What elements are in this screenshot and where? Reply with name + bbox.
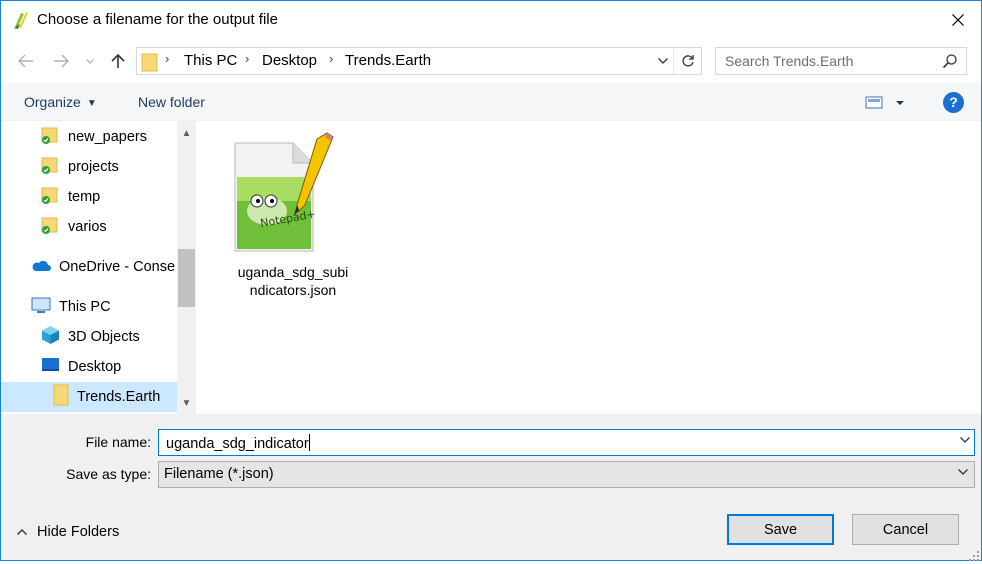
computer-icon bbox=[31, 296, 51, 318]
text-cursor bbox=[308, 434, 310, 451]
folder-icon bbox=[53, 384, 69, 410]
scroll-down-arrow-icon[interactable]: ▼ bbox=[177, 394, 196, 412]
chevron-down-icon bbox=[960, 437, 970, 443]
file-name-line: ndicators.json bbox=[249, 282, 337, 298]
file-name-value: uganda_sdg_indicator bbox=[166, 434, 310, 452]
address-history-dropdown[interactable] bbox=[654, 52, 672, 70]
help-icon: ? bbox=[949, 94, 958, 110]
save-as-type-dropdown[interactable] bbox=[958, 467, 968, 478]
back-arrow-icon bbox=[18, 54, 33, 68]
up-button[interactable] bbox=[106, 49, 130, 73]
breadcrumb-trends-earth[interactable]: Trends.Earth bbox=[345, 52, 431, 69]
tree-item-projects[interactable]: projects bbox=[41, 152, 177, 182]
save-as-type-select[interactable]: Filename (*.json) bbox=[158, 461, 975, 488]
navigation-pane: new_papers projects temp varios OneDrive… bbox=[1, 121, 197, 414]
tree-item-label: projects bbox=[68, 159, 119, 175]
scrollbar-thumb[interactable] bbox=[178, 249, 195, 307]
tree-item-label: varios bbox=[68, 219, 107, 235]
cancel-button[interactable]: Cancel bbox=[852, 514, 959, 545]
save-as-type-value: Filename (*.json) bbox=[164, 466, 274, 482]
chevron-down-icon bbox=[958, 469, 968, 475]
command-bar: Organize ▼ New folder ? bbox=[1, 83, 981, 121]
cube-icon bbox=[41, 325, 60, 349]
up-arrow-icon bbox=[111, 53, 125, 68]
breadcrumb-separator-icon[interactable]: › bbox=[329, 51, 333, 66]
tree-item-new-papers[interactable]: new_papers bbox=[41, 122, 177, 152]
window-title: Choose a filename for the output file bbox=[37, 11, 278, 28]
organize-menu[interactable]: Organize ▼ bbox=[24, 94, 97, 110]
save-button[interactable]: Save bbox=[727, 514, 834, 545]
tree-item-trends-earth[interactable]: Trends.Earth bbox=[1, 382, 177, 412]
file-name-label: File name: bbox=[85, 434, 151, 450]
tree-item-label: temp bbox=[68, 189, 101, 205]
tree-item-desktop[interactable]: Desktop bbox=[41, 352, 177, 382]
tree-item-3d-objects[interactable]: 3D Objects bbox=[41, 322, 177, 352]
save-options-panel: File name: uganda_sdg_indicator Save as … bbox=[1, 414, 981, 561]
onedrive-cloud-icon bbox=[31, 258, 51, 276]
change-view-button[interactable] bbox=[863, 92, 913, 114]
folder-synced-icon bbox=[41, 155, 60, 179]
file-name-input[interactable]: uganda_sdg_indicator bbox=[158, 429, 975, 456]
refresh-icon bbox=[682, 55, 694, 67]
breadcrumb-this-pc[interactable]: This PC bbox=[184, 52, 237, 69]
tree-item-label: new_papers bbox=[68, 129, 147, 145]
recent-locations-button[interactable] bbox=[82, 49, 98, 73]
notepad-plus-plus-file-icon: Notepad+ bbox=[227, 131, 353, 257]
tree-item-onedrive[interactable]: OneDrive - Conse bbox=[31, 252, 177, 282]
chevron-down-icon bbox=[658, 58, 668, 64]
new-folder-button[interactable]: New folder bbox=[138, 94, 205, 110]
forward-button[interactable] bbox=[49, 49, 73, 73]
breadcrumb-separator-icon: › bbox=[165, 51, 170, 66]
refresh-button[interactable] bbox=[673, 48, 702, 74]
search-placeholder: Search Trends.Earth bbox=[725, 53, 854, 69]
address-row: › This PC › Desktop › Trends.Earth Searc… bbox=[1, 39, 981, 83]
folder-synced-icon bbox=[41, 125, 60, 149]
chevron-up-icon bbox=[17, 526, 27, 538]
hide-folders-toggle[interactable]: Hide Folders bbox=[17, 524, 119, 540]
close-icon bbox=[952, 14, 964, 26]
search-icon bbox=[942, 53, 958, 72]
file-list-pane: Notepad+ uganda_sdg_subi ndicators.json bbox=[203, 121, 981, 414]
tree-item-label: OneDrive - Conse bbox=[59, 259, 176, 275]
title-bar: Choose a filename for the output file bbox=[1, 1, 981, 39]
tree-item-label: 3D Objects bbox=[68, 329, 140, 345]
save-dialog: Choose a filename for the output file › … bbox=[0, 0, 982, 561]
tree-item-label: This PC bbox=[59, 299, 111, 315]
save-as-type-label: Save as type: bbox=[66, 466, 151, 482]
folder-synced-icon bbox=[41, 215, 60, 239]
tree-item-varios[interactable]: varios bbox=[41, 212, 177, 242]
nav-pane-scrollbar[interactable]: ▲ ▼ bbox=[177, 121, 196, 414]
file-name-dropdown[interactable] bbox=[960, 435, 970, 446]
help-button[interactable]: ? bbox=[943, 92, 964, 113]
tree-item-label: Trends.Earth bbox=[77, 389, 161, 405]
organize-label: Organize bbox=[24, 94, 81, 110]
hide-folders-label: Hide Folders bbox=[37, 524, 120, 540]
caret-down-icon: ▼ bbox=[86, 98, 97, 109]
folder-icon bbox=[141, 52, 159, 75]
search-input[interactable]: Search Trends.Earth bbox=[715, 47, 967, 75]
scroll-up-arrow-icon[interactable]: ▲ bbox=[177, 124, 196, 142]
close-button[interactable] bbox=[935, 1, 981, 39]
desktop-icon bbox=[41, 356, 60, 378]
breadcrumb-desktop[interactable]: Desktop bbox=[262, 52, 317, 69]
chevron-down-icon bbox=[86, 58, 94, 64]
resize-grip-icon[interactable] bbox=[969, 548, 979, 561]
view-options-icon bbox=[865, 96, 904, 109]
tree-item-this-pc[interactable]: This PC bbox=[31, 292, 177, 322]
tree-item-temp[interactable]: temp bbox=[41, 182, 177, 212]
file-name-line: uganda_sdg_subi bbox=[237, 264, 349, 280]
back-button[interactable] bbox=[14, 49, 38, 73]
tree-item-label: Desktop bbox=[68, 359, 122, 375]
folder-synced-icon bbox=[41, 185, 60, 209]
qgis-app-icon bbox=[12, 10, 30, 30]
breadcrumb-separator-icon[interactable]: › bbox=[245, 51, 249, 66]
file-name-text: uganda_sdg_indicator bbox=[166, 436, 309, 452]
forward-arrow-icon bbox=[54, 54, 69, 68]
address-bar[interactable]: › This PC › Desktop › Trends.Earth bbox=[136, 47, 702, 75]
file-name-label: uganda_sdg_subi ndicators.json bbox=[225, 263, 361, 299]
file-item[interactable]: Notepad+ uganda_sdg_subi ndicators.json bbox=[225, 131, 361, 301]
